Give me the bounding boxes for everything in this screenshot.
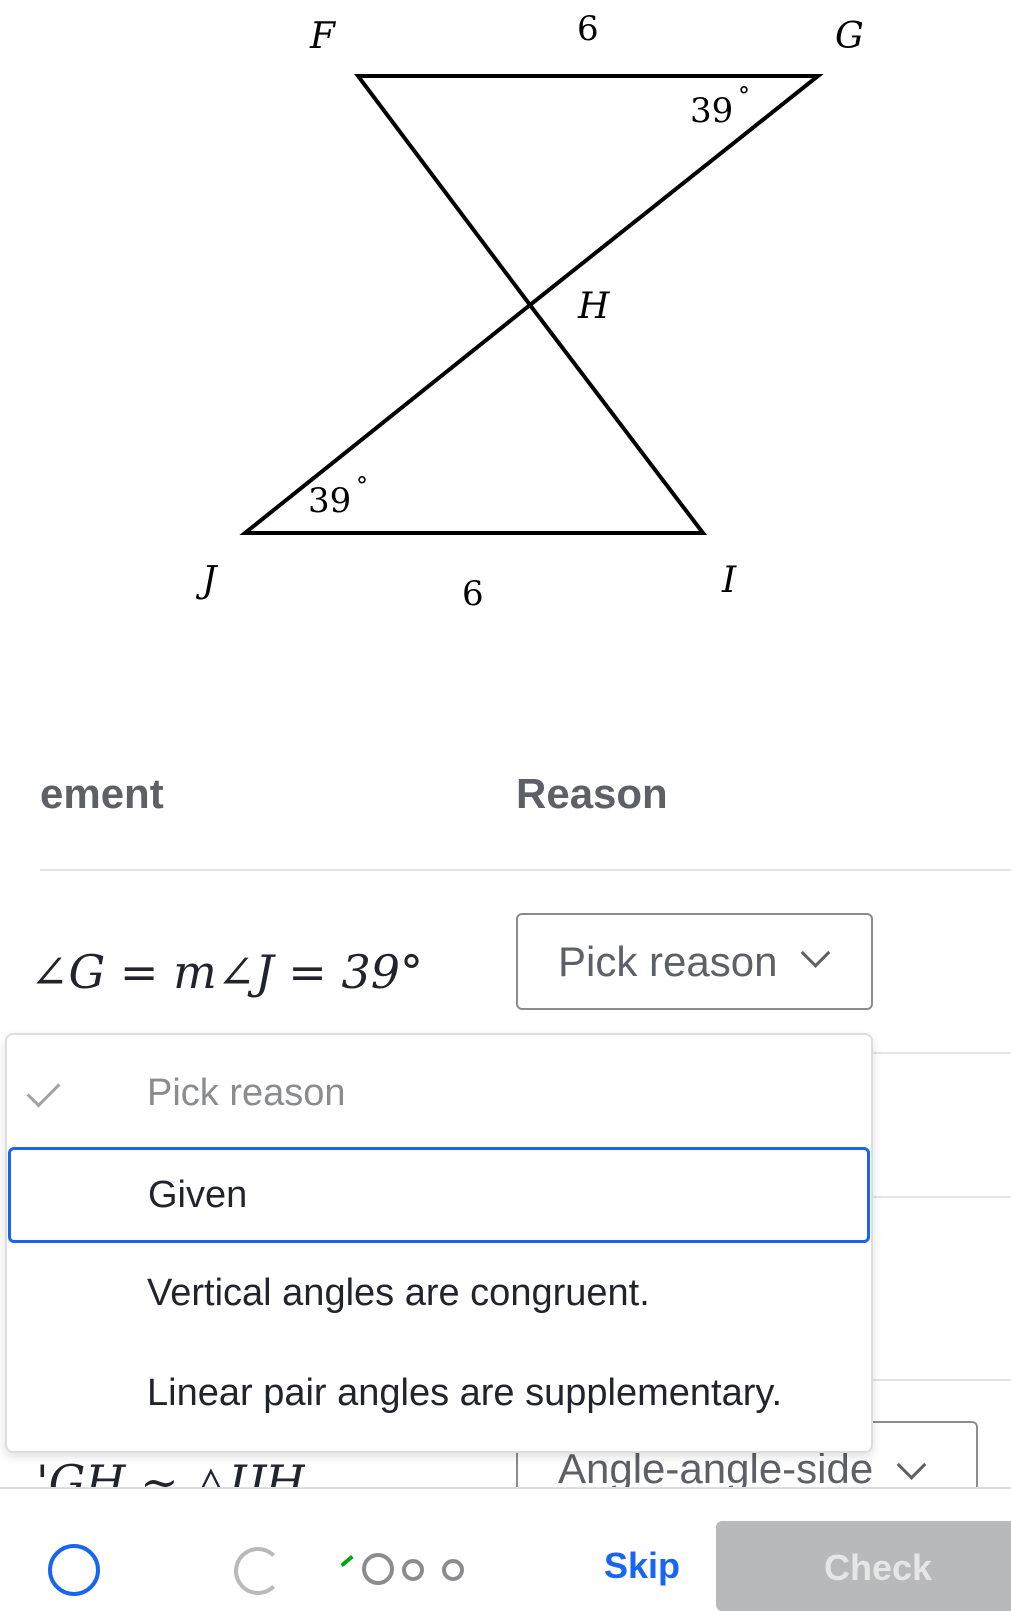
chevron-down-icon: [801, 938, 831, 968]
label-g: G: [835, 16, 864, 57]
side-ji-label: 6: [462, 574, 484, 614]
svg-text:°: °: [738, 82, 750, 110]
footer-bar: Skip Check: [0, 1487, 1011, 1611]
label-f: F: [309, 16, 337, 57]
chevron-down-icon: [896, 1450, 927, 1480]
svg-text:°: °: [356, 472, 368, 500]
reason-header: Reason: [516, 770, 668, 817]
menu-option-pick-reason[interactable]: Pick reason: [7, 1045, 871, 1141]
menu-option-vertical-angles[interactable]: Vertical angles are congruent.: [7, 1245, 871, 1341]
hint-icon[interactable]: [48, 1544, 100, 1596]
statement-header: ement: [40, 770, 164, 817]
menu-option-linear-pair[interactable]: Linear pair angles are supplementary.: [7, 1345, 871, 1441]
divider: [873, 1379, 1011, 1381]
label-h: H: [577, 286, 610, 327]
label-i: I: [721, 560, 737, 601]
progress-dot-icon: [442, 1559, 464, 1581]
check-button[interactable]: Check: [716, 1521, 1011, 1611]
skip-button[interactable]: Skip: [604, 1545, 680, 1587]
check-icon: [26, 1073, 61, 1108]
divider: [40, 869, 1011, 871]
reason-select-1[interactable]: Pick reason: [516, 913, 873, 1010]
redo-icon[interactable]: [234, 1547, 282, 1595]
divider: [873, 1196, 1011, 1198]
triangle-fgh: [353, 74, 824, 308]
progress-check-icon: [340, 1554, 354, 1568]
side-fg-label: 6: [577, 9, 599, 49]
progress-dot-icon: [362, 1553, 394, 1585]
progress-dot-icon: [402, 1559, 424, 1581]
divider: [873, 1052, 1011, 1054]
geometry-diagram: F G H J I 6 6 39 ° 39 °: [195, 9, 864, 614]
reason-dropdown-menu: Pick reason Given Vertical angles are co…: [5, 1033, 873, 1453]
label-j: J: [195, 560, 219, 601]
statement-2: 'GH ∼ △IJH: [36, 1455, 306, 1487]
angle-j-label: 39: [308, 481, 351, 521]
statement-1: ∠G = m∠J = 39°: [30, 945, 423, 999]
menu-option-given[interactable]: Given: [8, 1147, 870, 1243]
angle-g-label: 39: [690, 91, 733, 131]
